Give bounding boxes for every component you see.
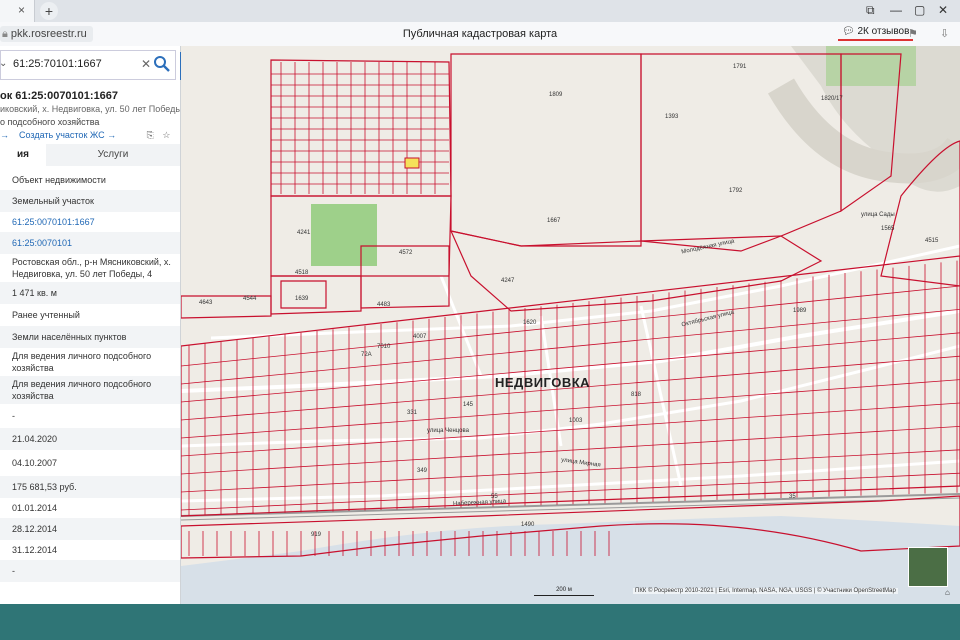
row-empty-1: - <box>12 411 15 421</box>
address-bar: 🔒︎ pkk.rosreestr.ru Публичная кадастрова… <box>0 22 960 47</box>
row-date-3: 01.01.2014 <box>12 503 58 513</box>
search-box: ⌄ ✕ <box>0 50 176 80</box>
parcel-label: 1791 <box>733 64 747 70</box>
parcel-label: 1989 <box>793 308 807 314</box>
object-use: о подсобного хозяйства <box>0 117 100 127</box>
search-input[interactable] <box>13 58 131 70</box>
cadastral-map[interactable]: НЕДВИГОВКА улица Сады Молодёжная улица О… <box>181 46 960 604</box>
minimize-icon[interactable]: — <box>890 3 902 17</box>
parcel-label: 331 <box>407 410 418 416</box>
object-address: иковский, х. Недвиговка, ул. 50 лет Побе… <box>0 104 181 114</box>
green-parcel <box>311 204 377 266</box>
row-kind: Земельный участок <box>0 190 180 212</box>
parcel-label: 4483 <box>377 302 391 308</box>
reviews-label: 2К отзывов <box>857 26 910 37</box>
row-permitted-use: Для ведения личного подсобного хозяйства <box>12 351 152 373</box>
create-plot-link[interactable]: Создать участок ЖС → <box>19 130 116 140</box>
row-empty-2: - <box>0 560 180 582</box>
parcel-label: 35 <box>789 494 796 500</box>
chevron-down-icon[interactable]: ⌄ <box>0 58 7 69</box>
object-links: → Создать участок ЖС → ⎘ ☆ <box>0 130 170 141</box>
tab-services[interactable]: Услуги <box>46 144 180 166</box>
parcel-label: 72А <box>361 352 372 358</box>
row-category: Земли населённых пунктов <box>0 326 180 348</box>
parcel-label: 1393 <box>665 114 679 120</box>
parcel-label: 1820/17 <box>821 96 843 102</box>
map-canvas <box>181 46 960 604</box>
row-status: Ранее учтенный <box>12 310 80 320</box>
arrow-icon[interactable]: → <box>0 130 9 140</box>
bookmark-icon[interactable]: ⚑ <box>908 27 918 40</box>
scale-bar: 200 м <box>534 586 594 596</box>
parcel-label: 349 <box>417 468 428 474</box>
search-icon[interactable] <box>153 55 171 73</box>
star-icon[interactable]: ☆ <box>162 130 170 140</box>
parcel-label: 1809 <box>549 92 563 98</box>
reviews-button[interactable]: 💬︎ 2К отзывов <box>838 25 914 41</box>
map-attribution: ПКК © Росреестр 2010-2021 | Esri, Interm… <box>633 588 898 594</box>
info-panel: ⌄ ✕ ок 61:25:0070101:1667 иковский, х. Н… <box>0 46 181 604</box>
parcel-label: 4007 <box>413 334 427 340</box>
clear-icon[interactable]: ✕ <box>141 57 151 71</box>
maximize-icon[interactable]: ▢ <box>914 3 925 17</box>
parcel-label: 4518 <box>295 270 309 276</box>
parcel-label: 4572 <box>399 250 413 256</box>
parcel-label: 818 <box>631 392 642 398</box>
street-label: улица Ченцова <box>427 428 469 434</box>
parcel-label: 1620 <box>523 320 537 326</box>
parcel-label: 4544 <box>243 296 257 302</box>
village-label: НЕДВИГОВКА <box>495 375 591 390</box>
row-date-2: 04.10.2007 <box>12 458 58 468</box>
row-use-by-document: Для ведения личного подсобного хозяйства <box>0 376 180 404</box>
parcel-label: 4241 <box>297 230 311 236</box>
tab-info[interactable]: ия <box>0 144 46 166</box>
new-tab-button[interactable]: + <box>40 2 58 20</box>
tab-title <box>0 5 16 16</box>
browser-tabbar: × + ⧉ — ▢ ✕ <box>0 0 960 22</box>
chat-icon: 💬︎ <box>842 26 855 37</box>
parcel-label: 1792 <box>729 188 743 194</box>
parcel-label: 7010 <box>377 344 391 350</box>
parcel-label: 4247 <box>501 278 515 284</box>
parcel-label: 1565 <box>881 226 895 232</box>
street-label: улица Сады <box>861 212 895 218</box>
home-icon[interactable]: ⌂ <box>945 588 950 597</box>
row-object-type: Объект недвижимости <box>12 175 106 185</box>
parcel-label: 919 <box>311 532 322 538</box>
row-date-1: 21.04.2020 <box>0 428 180 450</box>
selected-parcel <box>404 157 420 169</box>
parcel-label: 1667 <box>547 218 561 224</box>
close-window-icon[interactable]: ✕ <box>938 3 948 17</box>
panel-tabs: ия Услуги <box>0 144 180 166</box>
close-icon[interactable]: × <box>18 3 25 17</box>
row-cadastral-value: 175 681,53 руб. <box>0 476 180 498</box>
parcel-label: 4643 <box>199 300 213 306</box>
browser-tab[interactable]: × <box>0 0 35 22</box>
taskbar <box>0 604 960 640</box>
share-icon[interactable]: ⎘ <box>147 130 154 140</box>
download-icon[interactable]: ⇩ <box>940 27 949 40</box>
parcel-label: 1639 <box>295 296 309 302</box>
parcel-label: 55 <box>491 494 498 500</box>
basemap-switcher[interactable] <box>908 547 948 587</box>
object-heading: ок 61:25:0070101:1667 <box>0 90 119 102</box>
parcel-label: 1490 <box>521 522 535 528</box>
parcel-label: 1003 <box>569 418 583 424</box>
row-address: Ростовская обл., р-н Мясниковский, х. Не… <box>12 257 171 279</box>
parcel-label: 4515 <box>925 238 939 244</box>
row-area: 1 471 кв. м <box>0 282 180 304</box>
row-quarter[interactable]: 61:25:0070101 <box>0 232 180 254</box>
parcel-label: 145 <box>463 402 474 408</box>
row-cadastral-number[interactable]: 61:25:0070101:1667 <box>0 212 180 232</box>
row-date-5: 31.12.2014 <box>12 545 58 555</box>
page-title: Публичная кадастровая карта <box>402 28 558 40</box>
row-date-4: 28.12.2014 <box>0 518 180 540</box>
collections-icon[interactable]: ⧉ <box>866 3 875 18</box>
